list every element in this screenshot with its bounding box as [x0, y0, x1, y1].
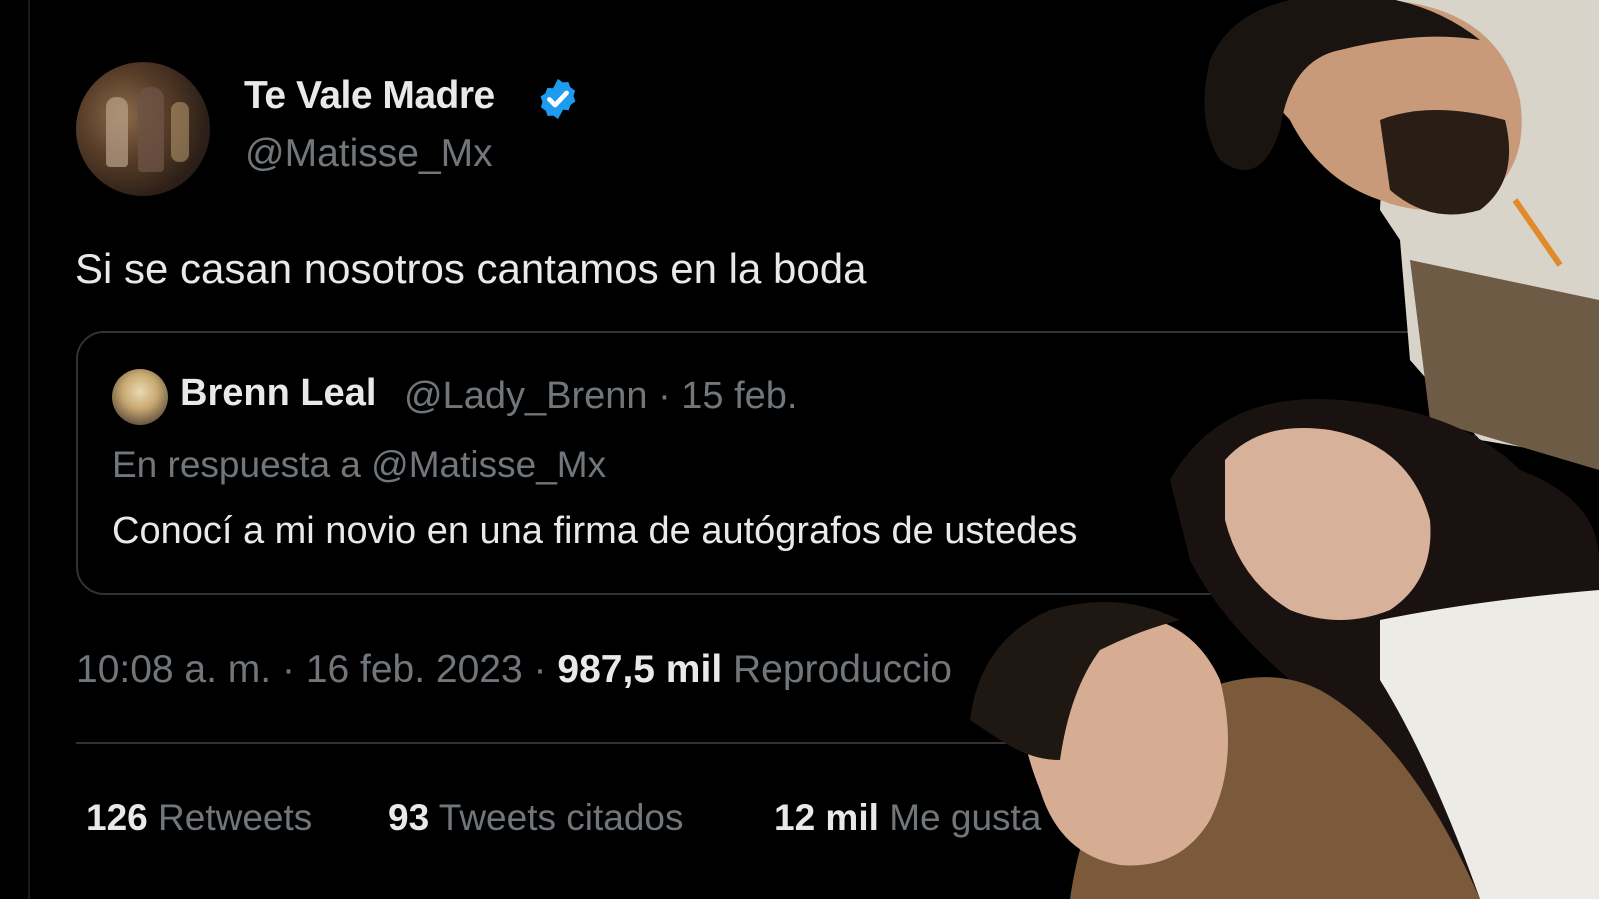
tweet-meta: 10:08 a. m. · 16 feb. 2023 · 987,5 mil R… — [76, 648, 952, 692]
left-divider — [28, 0, 30, 899]
photo-person-top — [1204, 0, 1599, 470]
meta-separator: · — [281, 648, 295, 691]
verified-badge-icon — [540, 78, 576, 120]
views-label: Reproduccio — [733, 648, 952, 691]
meta-separator: · — [533, 648, 547, 691]
quoted-reply-to: En respuesta a @Matisse_Mx — [112, 444, 607, 485]
quotes-label: Tweets citados — [438, 797, 684, 838]
tweet-time[interactable]: 10:08 a. m. — [76, 648, 271, 691]
author-avatar[interactable] — [76, 62, 210, 196]
views-count: 987,5 mil — [557, 648, 723, 691]
quotes-count: 93 — [388, 797, 430, 838]
retweets-stat[interactable]: 126 Retweets — [86, 797, 312, 839]
retweets-count: 126 — [86, 797, 148, 838]
quoted-handle-date: @Lady_Brenn · 15 feb. — [404, 375, 798, 417]
band-photo-collage — [970, 0, 1599, 899]
retweets-label: Retweets — [158, 797, 313, 838]
quoted-author-avatar[interactable] — [112, 369, 168, 425]
author-handle[interactable]: @Matisse_Mx — [245, 132, 493, 176]
quoted-tweet-text: Conocí a mi novio en una firma de autógr… — [112, 510, 1078, 552]
quotes-stat[interactable]: 93 Tweets citados — [388, 797, 684, 839]
tweet-screenshot: Te Vale Madre @Matisse_Mx Si se casan no… — [0, 0, 1599, 899]
quoted-author-name[interactable]: Brenn Leal — [180, 372, 376, 415]
author-display-name[interactable]: Te Vale Madre — [244, 74, 495, 118]
tweet-text: Si se casan nosotros cantamos en la boda — [75, 245, 867, 292]
tweet-date[interactable]: 16 feb. 2023 — [306, 648, 523, 691]
likes-count: 12 mil — [774, 797, 879, 838]
